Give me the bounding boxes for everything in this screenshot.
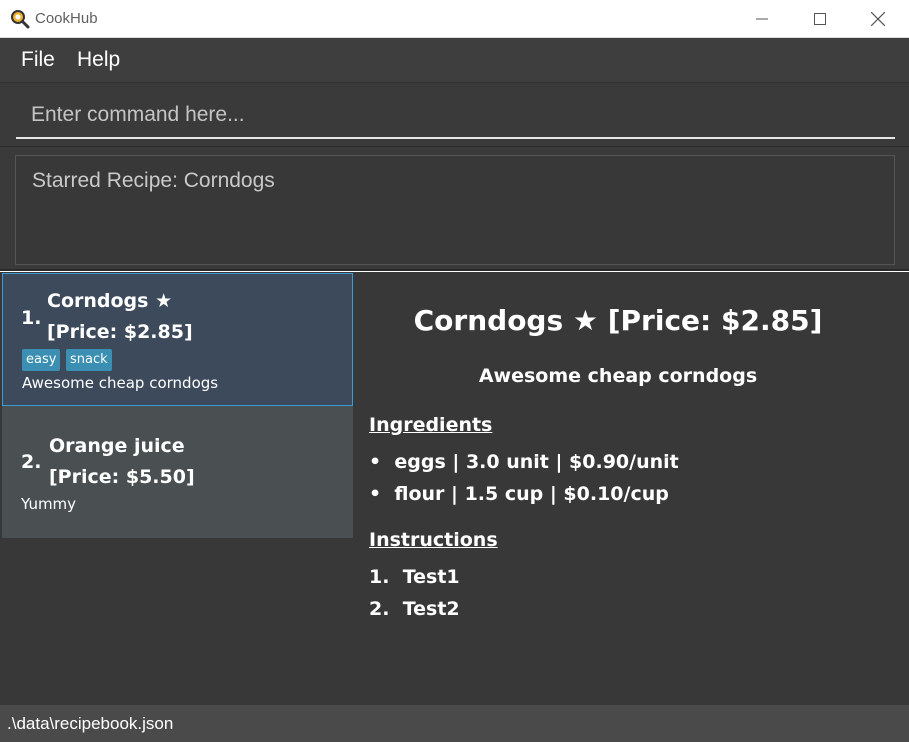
ingredients-heading: Ingredients: [369, 414, 493, 436]
bullet-icon: •: [369, 451, 395, 473]
instruction-number: 2.: [369, 598, 390, 620]
command-input[interactable]: [16, 92, 895, 139]
menu-file[interactable]: File: [21, 48, 55, 72]
instruction-text: Test2: [402, 598, 460, 620]
recipe-index: 1.: [21, 307, 42, 329]
instruction-number: 1.: [369, 566, 390, 588]
status-file-path: .\data\recipebook.json: [7, 714, 174, 733]
recipe-description: Awesome cheap corndogs: [22, 374, 219, 392]
menu-help[interactable]: Help: [77, 48, 120, 72]
maximize-icon: [814, 13, 826, 25]
ingredient-text: flour | 1.5 cup | $0.10/cup: [394, 483, 669, 505]
minimize-button[interactable]: [733, 0, 791, 38]
bullet-icon: •: [369, 483, 395, 505]
instructions-heading: Instructions: [369, 529, 498, 551]
minimize-icon: [756, 18, 768, 20]
close-icon: [871, 12, 885, 26]
recipe-price: [Price: $2.85]: [47, 321, 193, 343]
recipe-price: [Price: $5.50]: [49, 466, 195, 488]
recipe-description: Yummy: [21, 495, 77, 513]
detail-title: Corndogs ★ [Price: $2.85]: [413, 304, 823, 337]
recipe-name: Corndogs ★: [47, 290, 173, 312]
recipe-name: Orange juice: [49, 435, 185, 457]
window-title: CookHub: [35, 10, 98, 27]
ingredient-item: • flour | 1.5 cup | $0.10/cup: [369, 481, 669, 507]
ingredient-item: • eggs | 3.0 unit | $0.90/unit: [369, 449, 679, 475]
app-window: CookHub File Help Starred Recipe: Corndo…: [0, 0, 909, 742]
maximize-button[interactable]: [791, 0, 849, 38]
recipe-index: 2.: [21, 451, 42, 473]
instruction-item: 2. Test2: [369, 596, 460, 622]
close-button[interactable]: [849, 0, 907, 38]
tag-badge: snack: [66, 349, 112, 371]
instruction-item: 1. Test1: [369, 564, 460, 590]
result-text: Starred Recipe: Corndogs: [32, 169, 275, 192]
instruction-text: Test1: [402, 566, 460, 588]
menu-bar: File Help: [0, 38, 909, 83]
title-bar: CookHub: [0, 0, 909, 38]
tag-badge: easy: [22, 349, 61, 371]
app-icon: [10, 9, 30, 29]
ingredient-text: eggs | 3.0 unit | $0.90/unit: [394, 451, 679, 473]
detail-description: Awesome cheap corndogs: [478, 365, 758, 387]
